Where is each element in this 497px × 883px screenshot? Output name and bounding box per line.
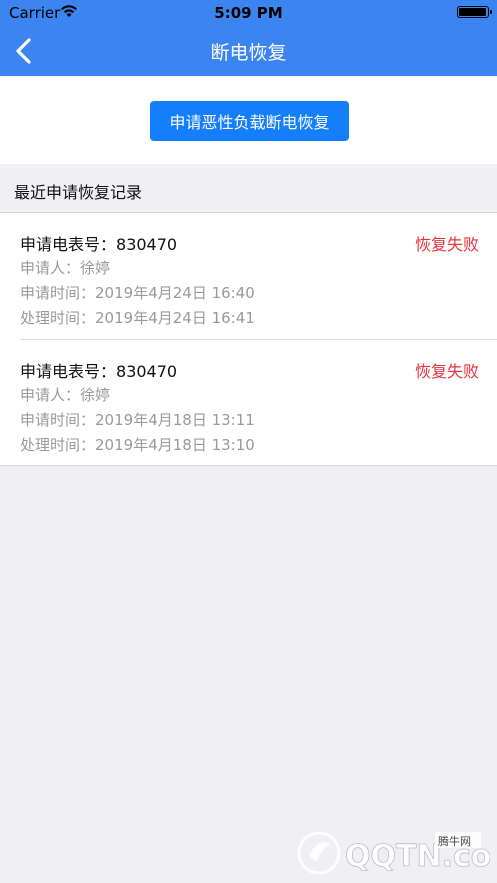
meter-value: 830470 <box>116 235 178 254</box>
status-bar: Carrier 5:09 PM <box>0 0 497 26</box>
meter-value: 830470 <box>116 362 178 381</box>
process-time-value: 2019年4月24日 16:41 <box>95 309 255 327</box>
apply-restore-button[interactable]: 申请恶性负载断电恢复 <box>150 101 349 141</box>
section-header: 最近申请恢复记录 <box>0 164 497 212</box>
apply-time-value: 2019年4月18日 13:11 <box>95 411 255 429</box>
process-time-label: 处理时间： <box>20 436 96 454</box>
apply-time: 申请时间：2019年4月18日 13:11 <box>20 409 255 430</box>
status-badge: 恢复失败 <box>414 235 479 254</box>
watermark-logo: QQTN.com 腾牛网 <box>297 831 490 875</box>
process-time: 处理时间：2019年4月24日 16:41 <box>20 307 255 328</box>
meter-label: 申请电表号： <box>20 235 117 254</box>
process-time-value: 2019年4月18日 13:10 <box>95 436 255 454</box>
section-title: 最近申请恢复记录 <box>14 183 143 202</box>
status-badge: 恢复失败 <box>414 362 479 381</box>
meter-number: 申请电表号：830470 <box>20 358 177 382</box>
apply-section: 申请恶性负载断电恢复 <box>0 76 497 164</box>
battery-level <box>459 8 486 16</box>
applicant-value: 徐婷 <box>80 386 111 404</box>
apply-time-label: 申请时间： <box>20 411 96 429</box>
battery-icon <box>457 6 492 18</box>
applicant-label: 申请人： <box>20 259 81 277</box>
list-item[interactable]: 申请电表号：830470 恢复失败 申请人：徐婷 申请时间：2019年4月24日… <box>0 213 497 340</box>
process-time-label: 处理时间： <box>20 309 96 327</box>
list-item[interactable]: 申请电表号：830470 恢复失败 申请人：徐婷 申请时间：2019年4月18日… <box>0 340 497 466</box>
meter-label: 申请电表号： <box>20 362 117 381</box>
applicant-value: 徐婷 <box>80 259 111 277</box>
record-list: 申请电表号：830470 恢复失败 申请人：徐婷 申请时间：2019年4月24日… <box>0 212 497 466</box>
applicant: 申请人：徐婷 <box>20 384 110 405</box>
nav-bar: 断电恢复 <box>0 26 497 76</box>
process-time: 处理时间：2019年4月18日 13:10 <box>20 434 255 455</box>
apply-time-value: 2019年4月24日 16:40 <box>95 284 255 302</box>
apply-time: 申请时间：2019年4月24日 16:40 <box>20 282 255 303</box>
apply-time-label: 申请时间： <box>20 284 96 302</box>
applicant-label: 申请人： <box>20 386 81 404</box>
watermark-sub: 腾牛网 <box>438 834 471 848</box>
clock: 5:09 PM <box>214 4 283 22</box>
applicant: 申请人：徐婷 <box>20 257 110 278</box>
meter-number: 申请电表号：830470 <box>20 231 177 255</box>
page-title: 断电恢复 <box>210 42 287 64</box>
